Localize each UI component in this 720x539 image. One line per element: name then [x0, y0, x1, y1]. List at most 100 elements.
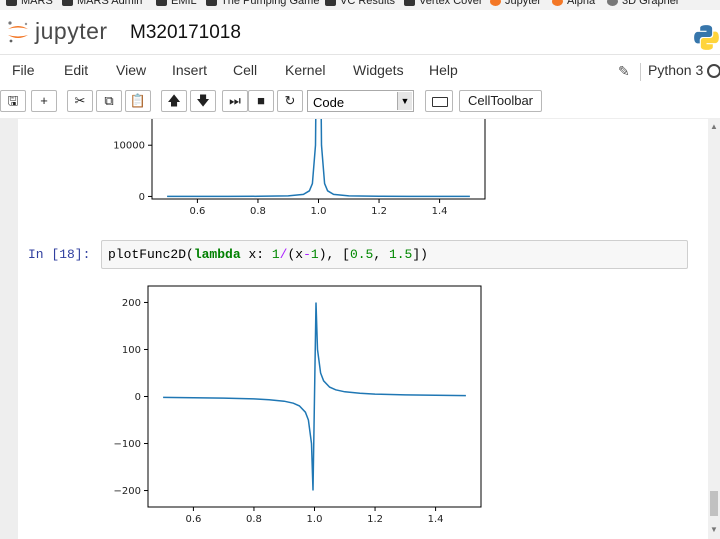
- paste-icon: 📋: [129, 93, 147, 108]
- y-tick-label: 10000: [113, 141, 145, 152]
- code-token: x:: [240, 247, 272, 262]
- code-token: 1: [310, 247, 319, 262]
- save-button[interactable]: 🖫: [0, 90, 26, 112]
- code-token: 0.5: [349, 247, 374, 262]
- menu-widgets[interactable]: Widgets: [353, 62, 404, 78]
- cut-icon: ✂: [74, 93, 86, 108]
- scroll-down-arrow-icon[interactable]: ▼: [710, 525, 718, 534]
- menu-view[interactable]: View: [116, 62, 146, 78]
- bookmark-emil[interactable]: EMIL: [156, 0, 197, 7]
- series-line: [163, 302, 466, 491]
- x-tick-label: 1.2: [371, 206, 387, 217]
- cell-type-select[interactable]: Code ▼: [307, 90, 414, 112]
- x-tick-label: 1.0: [307, 514, 323, 525]
- bookmark-label: 3D Grapher: [622, 0, 680, 7]
- bookmark-the-pumping-game[interactable]: The Pumping Game: [206, 0, 319, 7]
- m-icon: [156, 0, 167, 6]
- restart-button[interactable]: ↻: [277, 90, 303, 112]
- input-prompt: In [18]:: [28, 247, 91, 262]
- code-token: ,: [373, 247, 389, 262]
- y-tick-label: 200: [122, 298, 141, 309]
- grad-cap-icon: [325, 0, 336, 6]
- bookmark-label: EMIL: [171, 0, 197, 7]
- scroll-up-arrow-icon[interactable]: ▲: [710, 122, 718, 131]
- notebook-page: 0.6 0.8 1.0 1.2 1.4 0 10000 In [18]: plotFunc2…: [18, 119, 708, 539]
- move-down-button[interactable]: 🡇: [190, 90, 216, 112]
- code-token: (x: [287, 247, 304, 262]
- jupyter-brand[interactable]: jupyter: [35, 18, 108, 45]
- paste-button[interactable]: 📋: [125, 90, 151, 112]
- bookmark-label: Vertex Cover: [419, 0, 483, 7]
- y-tick-label: 0: [139, 192, 145, 203]
- bookmark-mars[interactable]: MARS: [6, 0, 53, 7]
- menu-bar: File Edit View Insert Cell Kernel Widget…: [0, 54, 720, 89]
- plot-frame: [151, 119, 486, 200]
- run-button[interactable]: ⏭: [222, 90, 248, 112]
- bookmark-label: The Pumping Game: [221, 0, 320, 7]
- x-tick-label: 0.8: [250, 206, 266, 217]
- menu-help[interactable]: Help: [429, 62, 458, 78]
- code-token: 1.5: [388, 247, 413, 262]
- code-input-area[interactable]: plotFunc2D(lambda x: 1/(x-1), [0.5, 1.5]…: [101, 240, 688, 269]
- cut-button[interactable]: ✂: [67, 90, 93, 112]
- output-plot-1: 0.6 0.8 1.0 1.2 1.4 0 10000: [113, 119, 486, 217]
- grad-cap-icon: [206, 0, 217, 6]
- vertical-scrollbar[interactable]: ▲ ▼: [708, 119, 720, 539]
- notebook-title[interactable]: M320171018: [130, 22, 241, 44]
- y-tick-label: 0: [135, 392, 141, 403]
- notebook-toolbar: 🖫 + ✂ ⧉ 📋 🡅 🡇 ⏭ ■ ↻ Code ▼ CellToolbar: [0, 88, 720, 118]
- notebook-header: jupyter M320171018: [0, 10, 720, 54]
- output-plot-2: 0.6 0.8 1.0 1.2 1.4 −200 −100 0 100 200: [114, 285, 482, 525]
- keyboard-icon: [432, 97, 448, 107]
- code-token: lambda: [193, 247, 241, 262]
- bookmark-label: MARS: [21, 0, 53, 7]
- menu-cell[interactable]: Cell: [233, 62, 257, 78]
- x-tick-label: 1.4: [432, 206, 448, 217]
- y-tick-label: −200: [114, 486, 141, 497]
- stop-button[interactable]: ■: [248, 90, 274, 112]
- add-cell-button[interactable]: +: [31, 90, 57, 112]
- bookmark-vc-results[interactable]: VC Results: [325, 0, 395, 7]
- x-tick-label: 0.8: [246, 514, 262, 525]
- grad-cap-icon: [62, 0, 73, 6]
- kernel-name: Python 3: [648, 62, 704, 78]
- bookmark-label: Alpha: [567, 0, 596, 7]
- chevron-down-icon: ▼: [397, 92, 412, 110]
- menu-kernel[interactable]: Kernel: [285, 62, 325, 78]
- run-icon: ⏭: [229, 93, 241, 108]
- bookmark-vertex-cover[interactable]: Vertex Cover: [404, 0, 483, 7]
- x-tick-label: 1.4: [428, 514, 444, 525]
- restart-icon: ↻: [284, 93, 296, 108]
- bookmarks-bar: MARS MARS Admin EMIL The Pumping Game VC Res…: [0, 0, 720, 10]
- bookmark-3d-grapher[interactable]: 3D Grapher: [607, 0, 679, 7]
- menu-edit[interactable]: Edit: [64, 62, 88, 78]
- bookmark-label: MARS Admin: [77, 0, 143, 7]
- copy-button[interactable]: ⧉: [96, 90, 122, 112]
- jupyter-logo-icon[interactable]: [6, 20, 30, 44]
- menu-insert[interactable]: Insert: [172, 62, 207, 78]
- move-up-button[interactable]: 🡅: [161, 90, 187, 112]
- celltoolbar-button[interactable]: CellToolbar: [459, 90, 542, 112]
- command-palette-button[interactable]: [425, 90, 453, 112]
- bookmark-jupyter[interactable]: Jupyter: [490, 0, 541, 7]
- code-token: 1: [271, 247, 280, 262]
- code-token: ]): [412, 247, 428, 262]
- divider: [640, 63, 641, 81]
- code-token: plotFunc2D(: [108, 247, 194, 262]
- x-tick-label: 1.2: [367, 514, 383, 525]
- y-tick-label: 100: [122, 345, 141, 356]
- add-cell-icon: +: [40, 93, 48, 108]
- move-down-icon: 🡇: [196, 93, 210, 108]
- bookmark-alpha[interactable]: Alpha: [552, 0, 595, 7]
- x-tick-label: 0.6: [189, 206, 205, 217]
- grad-cap-icon: [6, 0, 17, 6]
- series-line: [167, 119, 470, 198]
- scrollbar-thumb[interactable]: [710, 491, 718, 516]
- code-line: plotFunc2D(lambda x: 1/(x-1), [0.5, 1.5]…: [108, 247, 428, 262]
- bookmark-mars-admin[interactable]: MARS Admin: [62, 0, 142, 7]
- x-tick-label: 1.0: [311, 206, 327, 217]
- menu-file[interactable]: File: [12, 62, 35, 78]
- code-token: -: [303, 247, 311, 262]
- notebook-area: 0.6 0.8 1.0 1.2 1.4 0 10000 In [18]: plotFunc2…: [0, 119, 708, 539]
- stop-icon: ■: [257, 93, 265, 108]
